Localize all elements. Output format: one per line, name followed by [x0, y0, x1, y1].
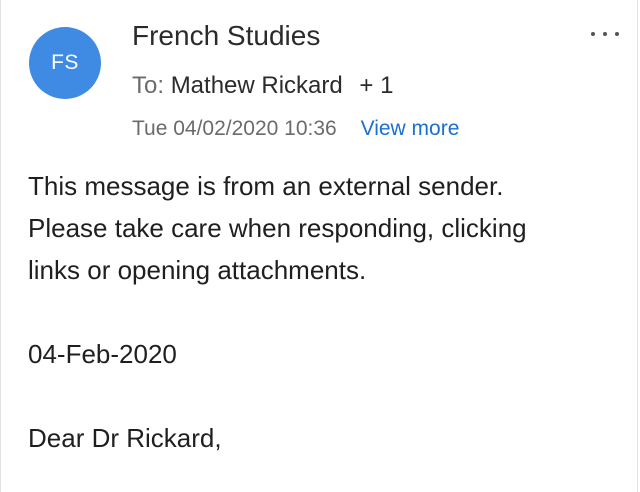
notice-line: This message is from an external sender.	[28, 171, 504, 201]
recipient-name[interactable]: Mathew Rickard	[171, 72, 343, 99]
more-horizontal-icon	[591, 32, 595, 36]
message-body: This message is from an external sender.…	[28, 165, 628, 459]
message-meta: Tue 04/02/2020 10:36 View more	[132, 117, 459, 141]
more-horizontal-icon	[603, 32, 607, 36]
sender-avatar[interactable]: FS	[29, 27, 101, 99]
notice-line: links or opening attachments.	[28, 255, 367, 285]
view-more-link[interactable]: View more	[361, 117, 460, 140]
sender-initials: FS	[51, 51, 79, 74]
more-options-button[interactable]	[587, 24, 623, 44]
email-view: FS French Studies To: Mathew Rickard + 1…	[0, 0, 638, 492]
external-sender-notice: This message is from an external sender.…	[28, 165, 628, 291]
message-datetime: Tue 04/02/2020 10:36	[132, 117, 337, 140]
letter-date: 04-Feb-2020	[28, 339, 177, 369]
more-horizontal-icon	[615, 32, 619, 36]
recipients-line: To: Mathew Rickard + 1	[132, 72, 393, 100]
to-label: To:	[132, 72, 165, 99]
sender-name[interactable]: French Studies	[132, 20, 320, 52]
letter-greeting: Dear Dr Rickard,	[28, 423, 222, 453]
notice-line: Please take care when responding, clicki…	[28, 213, 527, 243]
additional-recipients-count[interactable]: + 1	[359, 72, 393, 99]
